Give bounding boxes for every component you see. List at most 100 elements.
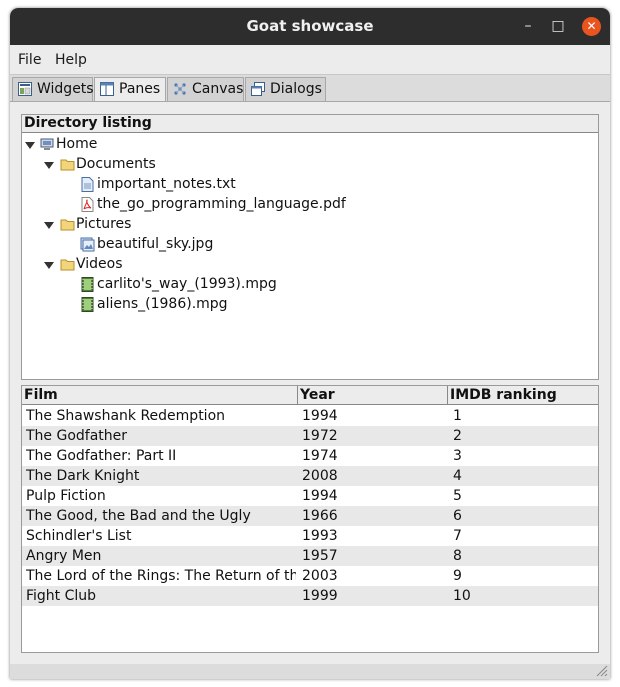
expand-arrow-icon[interactable]	[44, 162, 54, 169]
menu-help[interactable]: Help	[55, 52, 87, 68]
cell-year: 1994	[302, 488, 338, 504]
title-bar[interactable]: Goat showcase – □ ✕	[10, 8, 610, 45]
tree-item-carlitos-way[interactable]: carlito's_way_(1993).mpg	[22, 274, 598, 294]
tree-header[interactable]: Directory listing	[22, 115, 598, 133]
cell-year: 1972	[302, 428, 338, 444]
cell-film: Angry Men	[26, 548, 102, 564]
cell-year: 2008	[302, 468, 338, 484]
table-row[interactable]: The Godfather: Part II 1974 3	[22, 446, 598, 466]
cell-imdb-ranking: 8	[453, 548, 462, 564]
table-row[interactable]: Schindler's List 1993 7	[22, 526, 598, 546]
close-button[interactable]: ✕	[582, 17, 601, 36]
cell-film: The Godfather	[26, 428, 128, 444]
cell-year: 1974	[302, 448, 338, 464]
cell-imdb-ranking: 9	[453, 568, 462, 584]
table-row[interactable]: The Godfather 1972 2	[22, 426, 598, 446]
expand-arrow-icon[interactable]	[25, 142, 35, 149]
tree-item-beautiful-sky[interactable]: beautiful_sky.jpg	[22, 234, 598, 254]
cell-year: 1957	[302, 548, 338, 564]
tree-item-label: aliens_(1986).mpg	[97, 296, 228, 312]
app-window: Goat showcase – □ ✕ File Help Widgets Pa…	[10, 8, 610, 679]
cell-film: Pulp Fiction	[26, 488, 106, 504]
cell-film: The Godfather: Part II	[26, 448, 177, 464]
cell-film: The Lord of the Rings: The Return of the…	[26, 568, 296, 584]
tab-widgets-label: Widgets	[37, 81, 94, 97]
cell-imdb-ranking: 4	[453, 468, 462, 484]
table-row[interactable]: Fight Club 1999 10	[22, 586, 598, 606]
tree-item-label: Videos	[76, 256, 123, 272]
folder-icon	[60, 259, 75, 271]
menu-bar: File Help	[10, 45, 610, 75]
cell-imdb-ranking: 7	[453, 528, 462, 544]
text-file-icon	[81, 177, 94, 192]
video-file-icon	[81, 297, 94, 312]
directory-tree[interactable]: Directory listing Home Documents importa…	[21, 114, 599, 380]
table-row[interactable]: The Shawshank Redemption 1994 1	[22, 406, 598, 426]
maximize-button[interactable]: □	[548, 16, 568, 36]
table-row[interactable]: Pulp Fiction 1994 5	[22, 486, 598, 506]
cell-film: The Good, the Bad and the Ugly	[26, 508, 251, 524]
column-header-imdb-ranking[interactable]: IMDB ranking	[448, 386, 598, 405]
tab-widgets[interactable]: Widgets	[12, 77, 94, 101]
cell-film: The Shawshank Redemption	[26, 408, 226, 424]
expand-arrow-icon[interactable]	[44, 262, 54, 269]
table-row[interactable]: The Lord of the Rings: The Return of the…	[22, 566, 598, 586]
tab-canvas-label: Canvas	[192, 81, 244, 97]
cell-year: 2003	[302, 568, 338, 584]
computer-icon	[40, 138, 54, 150]
cell-film: Fight Club	[26, 588, 97, 604]
minimize-button[interactable]: –	[518, 16, 538, 36]
tree-item-label: Home	[56, 136, 98, 152]
cell-year: 1993	[302, 528, 338, 544]
tree-item-go-pdf[interactable]: the_go_programming_language.pdf	[22, 194, 598, 214]
cell-film: Schindler's List	[26, 528, 132, 544]
cell-imdb-ranking: 6	[453, 508, 462, 524]
tree-item-label: the_go_programming_language.pdf	[97, 196, 346, 212]
films-table[interactable]: Film Year IMDB ranking The Shawshank Red…	[21, 385, 599, 653]
tree-item-label: important_notes.txt	[97, 176, 236, 192]
tree-item-label: beautiful_sky.jpg	[97, 236, 214, 252]
tab-panes-label: Panes	[119, 81, 161, 97]
folder-icon	[60, 159, 75, 171]
video-file-icon	[81, 277, 94, 292]
canvas-icon	[174, 83, 186, 95]
cell-imdb-ranking: 2	[453, 428, 462, 444]
tab-bar: Widgets Panes Canvas Dialogs	[10, 77, 610, 102]
table-header: Film Year IMDB ranking	[22, 386, 598, 405]
tree-item-pictures[interactable]: Pictures	[22, 214, 598, 234]
tree-item-label: carlito's_way_(1993).mpg	[97, 276, 277, 292]
tab-panes[interactable]: Panes	[94, 77, 166, 102]
table-row[interactable]: The Good, the Bad and the Ugly 1966 6	[22, 506, 598, 526]
cell-imdb-ranking: 10	[453, 588, 471, 604]
tab-canvas[interactable]: Canvas	[167, 77, 244, 101]
image-file-icon	[80, 237, 95, 252]
cell-imdb-ranking: 3	[453, 448, 462, 464]
dialogs-icon	[251, 82, 265, 96]
cell-year: 1966	[302, 508, 338, 524]
cell-year: 1999	[302, 588, 338, 604]
table-row[interactable]: Angry Men 1957 8	[22, 546, 598, 566]
table-row[interactable]: The Dark Knight 2008 4	[22, 466, 598, 486]
tree-item-aliens[interactable]: aliens_(1986).mpg	[22, 294, 598, 314]
panes-content: Directory listing Home Documents importa…	[10, 101, 610, 664]
tree-item-label: Documents	[76, 156, 156, 172]
cell-year: 1994	[302, 408, 338, 424]
tab-dialogs-label: Dialogs	[270, 81, 322, 97]
tree-item-documents[interactable]: Documents	[22, 154, 598, 174]
resize-grip-icon[interactable]	[594, 663, 608, 677]
pdf-file-icon	[81, 197, 94, 212]
panes-icon	[100, 82, 114, 96]
folder-icon	[60, 219, 75, 231]
cell-imdb-ranking: 1	[453, 408, 462, 424]
expand-arrow-icon[interactable]	[44, 222, 54, 229]
cell-film: The Dark Knight	[26, 468, 140, 484]
tree-item-important-notes[interactable]: important_notes.txt	[22, 174, 598, 194]
tree-item-label: Pictures	[76, 216, 132, 232]
cell-imdb-ranking: 5	[453, 488, 462, 504]
column-header-year[interactable]: Year	[298, 386, 448, 405]
tab-dialogs[interactable]: Dialogs	[245, 77, 326, 101]
tree-item-home[interactable]: Home	[22, 134, 598, 154]
column-header-film[interactable]: Film	[22, 386, 298, 405]
tree-item-videos[interactable]: Videos	[22, 254, 598, 274]
menu-file[interactable]: File	[18, 52, 41, 68]
